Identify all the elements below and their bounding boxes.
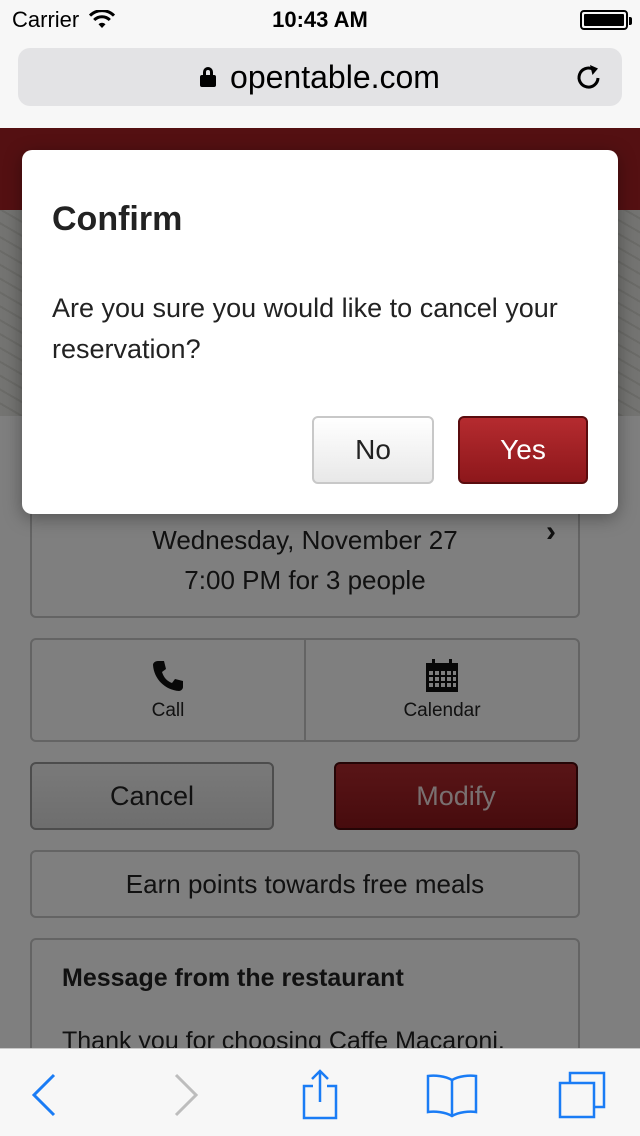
dialog-message: Are you sure you would like to cancel yo… xyxy=(52,293,558,364)
battery-level xyxy=(584,14,624,26)
share-icon[interactable] xyxy=(292,1067,348,1123)
dialog-title: Confirm xyxy=(52,200,183,238)
reload-icon[interactable] xyxy=(574,62,604,92)
status-bar: Carrier 10:43 AM xyxy=(0,0,640,40)
battery-icon xyxy=(580,10,632,30)
lock-icon xyxy=(200,67,217,87)
status-left: Carrier xyxy=(12,7,116,33)
yes-button[interactable]: Yes xyxy=(458,416,588,484)
no-button[interactable]: No xyxy=(312,416,434,484)
url-text: opentable.com xyxy=(230,58,440,95)
back-icon[interactable] xyxy=(16,1067,72,1123)
forward-icon[interactable] xyxy=(158,1067,214,1123)
address-bar[interactable]: opentable.com xyxy=(18,48,622,106)
tabs-icon[interactable] xyxy=(554,1067,610,1123)
confirm-dialog: Confirm Are you sure you would like to c… xyxy=(22,150,618,514)
carrier-label: Carrier xyxy=(12,7,80,32)
bookmarks-icon[interactable] xyxy=(424,1067,480,1123)
browser-toolbar xyxy=(0,1048,640,1136)
wifi-icon xyxy=(89,10,116,28)
